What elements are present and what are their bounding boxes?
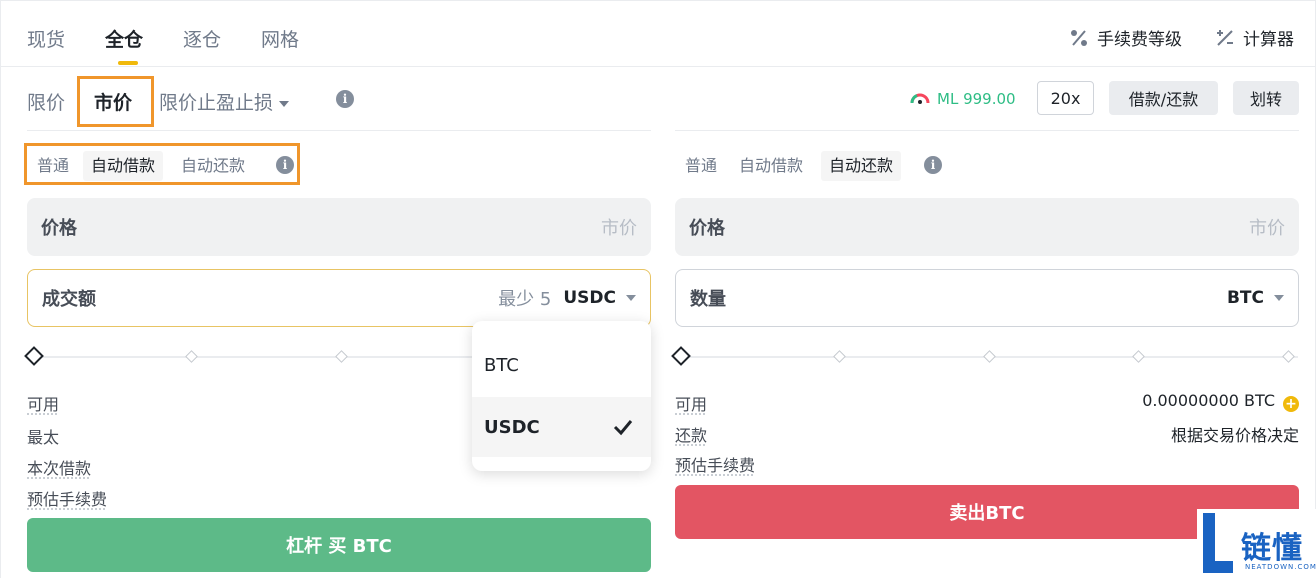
- active-tab-indicator: [118, 61, 138, 65]
- buy-fee-label: 预估手续费: [27, 490, 108, 509]
- price-hint: 市价: [1249, 218, 1285, 239]
- quantity-label: 数量: [690, 289, 726, 310]
- sell-subtab-auto-repay[interactable]: 自动还款: [821, 151, 902, 181]
- tab-spot[interactable]: 现货: [27, 25, 65, 52]
- check-icon: [613, 420, 633, 436]
- unit-dropdown-menu: BTC USDC: [472, 321, 651, 471]
- price-label: 价格: [689, 218, 725, 239]
- order-type-market[interactable]: 市价: [94, 88, 132, 115]
- borrow-repay-button[interactable]: 借款/还款: [1109, 81, 1218, 115]
- buy-amount-field[interactable]: 成交额 最少 5 USDC: [27, 269, 651, 327]
- transfer-button[interactable]: 划转: [1233, 81, 1299, 115]
- sell-repay-label: 还款: [675, 426, 708, 445]
- quantity-unit-select[interactable]: BTC: [1227, 288, 1284, 308]
- sell-available-amount: 0.00000000 BTC: [1142, 391, 1275, 410]
- leverage-button[interactable]: 20x: [1037, 81, 1094, 115]
- price-label: 价格: [41, 218, 77, 239]
- price-hint: 市价: [601, 218, 637, 239]
- divider: [675, 130, 1299, 131]
- sell-available-value: 0.00000000 BTC +: [1041, 391, 1299, 412]
- sell-quantity-field[interactable]: 数量 BTC: [675, 269, 1299, 327]
- watermark-logo: 链懂 NEATDOWN.COM: [1197, 509, 1316, 578]
- info-icon[interactable]: i: [276, 156, 294, 174]
- slider-thumb[interactable]: [671, 346, 691, 366]
- percent-icon: [1069, 28, 1089, 48]
- sell-fee-label: 预估手续费: [675, 456, 756, 475]
- tab-isolated-margin[interactable]: 逐仓: [183, 25, 221, 52]
- calculator-icon: [1215, 28, 1235, 48]
- buy-borrow-label: 本次借款: [27, 459, 92, 478]
- quantity-unit-value: BTC: [1226, 288, 1264, 308]
- buy-subtab-auto-borrow[interactable]: 自动借款: [83, 151, 164, 181]
- sell-subtab-normal[interactable]: 普通: [677, 151, 725, 181]
- fee-level-label: 手续费等级: [1097, 30, 1182, 50]
- amount-unit-select[interactable]: USDC: [563, 288, 636, 308]
- slider-step[interactable]: [833, 350, 846, 363]
- buy-subtab-normal[interactable]: 普通: [29, 151, 77, 181]
- margin-level-badge[interactable]: ML 999.00: [909, 89, 1016, 109]
- logo-mark: [1203, 513, 1215, 573]
- dropdown-option-usdc[interactable]: USDC: [472, 397, 651, 457]
- watermark-subtext: NEATDOWN.COM: [1245, 563, 1316, 571]
- divider: [27, 130, 651, 131]
- sell-quantity-slider[interactable]: [671, 346, 1302, 367]
- tab-grid[interactable]: 网格: [261, 25, 299, 52]
- top-tab-bar: 现货 全仓 逐仓 网格 手续费等级 计算器: [1, 1, 1316, 67]
- trading-panel: 现货 全仓 逐仓 网格 手续费等级 计算器 限价 市价 限价止盈止损 i ML …: [0, 0, 1316, 578]
- sell-subtab-auto-borrow[interactable]: 自动借款: [731, 151, 811, 181]
- calculator-link[interactable]: 计算器: [1215, 25, 1294, 50]
- amount-min-hint: 最少 5: [498, 289, 552, 310]
- info-icon[interactable]: i: [924, 156, 942, 174]
- sell-available-label: 可用: [675, 395, 708, 414]
- margin-level-value: ML 999.00: [937, 90, 1016, 108]
- slider-step[interactable]: [185, 350, 198, 363]
- buy-price-field[interactable]: 价格 市价: [27, 198, 651, 256]
- order-type-limit[interactable]: 限价: [27, 88, 65, 115]
- slider-step[interactable]: [335, 350, 348, 363]
- slider-step[interactable]: [983, 350, 996, 363]
- chevron-down-icon: [1274, 295, 1284, 301]
- chevron-down-icon: [279, 100, 290, 107]
- buy-available-label: 可用: [27, 395, 60, 414]
- calculator-label: 计算器: [1243, 30, 1294, 50]
- fee-level-link[interactable]: 手续费等级: [1069, 25, 1182, 50]
- plus-circle-icon[interactable]: +: [1283, 396, 1299, 412]
- info-icon[interactable]: i: [336, 90, 354, 108]
- slider-step[interactable]: [1282, 350, 1295, 363]
- slider-thumb[interactable]: [24, 346, 44, 366]
- amount-label: 成交额: [42, 289, 96, 310]
- amount-unit-value: USDC: [563, 288, 616, 308]
- tab-cross-margin[interactable]: 全仓: [105, 25, 143, 52]
- dropdown-option-btc[interactable]: BTC: [472, 335, 651, 395]
- sell-repay-value: 根据交易价格决定: [1170, 426, 1299, 445]
- logo-mark: [1215, 561, 1233, 573]
- sell-price-field[interactable]: 价格 市价: [675, 198, 1299, 256]
- slider-step[interactable]: [1132, 350, 1145, 363]
- buy-btc-button[interactable]: 杠杆 买 BTC: [27, 518, 651, 572]
- order-type-stop-limit[interactable]: 限价止盈止损: [159, 88, 290, 115]
- chevron-down-icon: [626, 295, 636, 301]
- watermark-text: 链懂: [1241, 531, 1303, 566]
- gauge-icon: [909, 89, 931, 109]
- dropdown-option-label: USDC: [484, 416, 540, 438]
- stop-limit-label: 限价止盈止损: [159, 92, 274, 114]
- buy-max-label: 最太: [27, 428, 60, 447]
- buy-subtab-auto-repay[interactable]: 自动还款: [173, 151, 253, 181]
